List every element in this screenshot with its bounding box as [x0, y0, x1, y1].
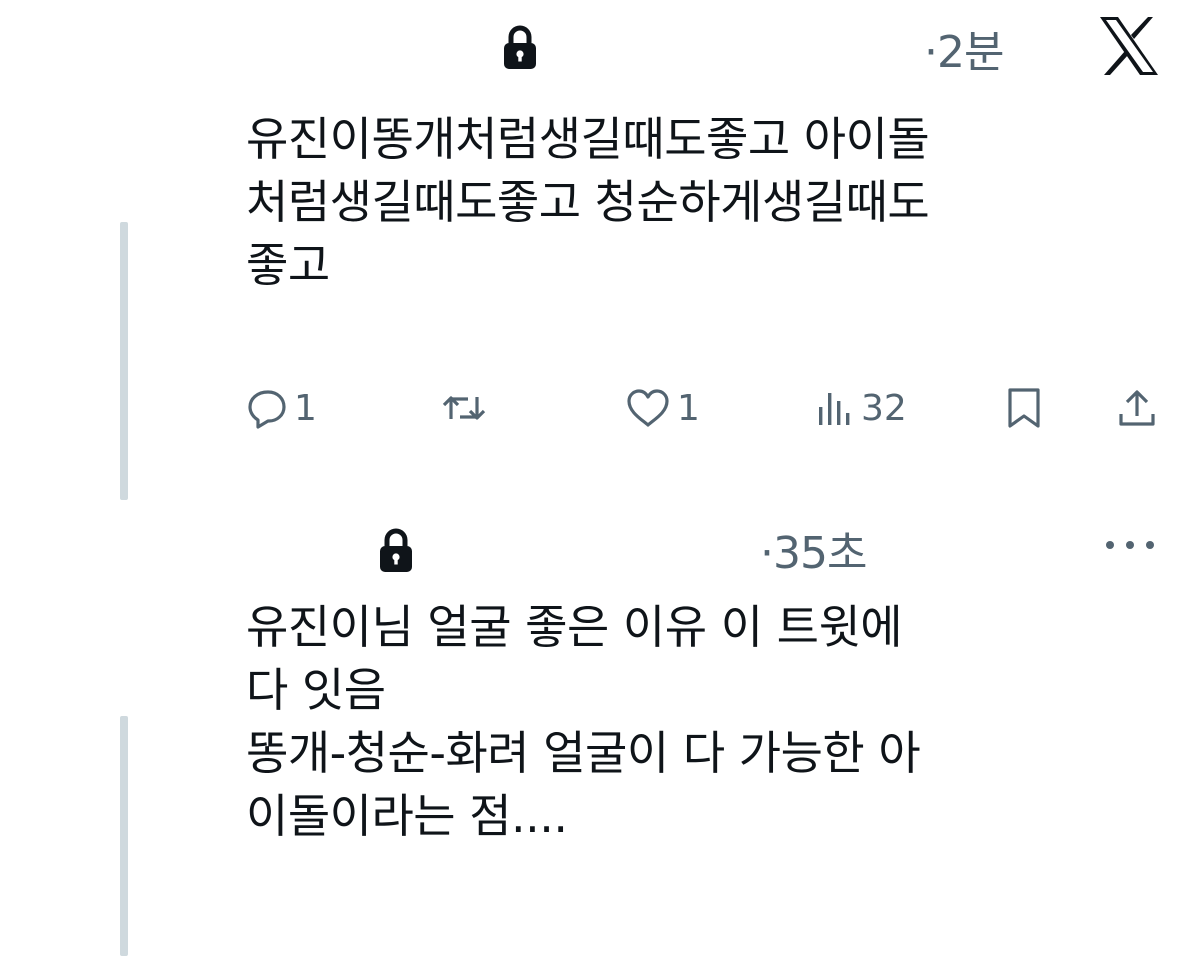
lock-icon — [378, 527, 414, 573]
reply-count: 1 — [294, 387, 317, 429]
retweet-icon — [440, 387, 488, 429]
views-icon — [815, 387, 855, 429]
share-icon — [1115, 386, 1159, 430]
tweet-timestamp[interactable]: ·35초 — [760, 517, 867, 581]
views-button[interactable]: 32 — [815, 380, 907, 436]
reply-icon — [246, 387, 288, 429]
tweet-header: ·35초 — [0, 515, 1200, 585]
thread-line-lower — [120, 716, 128, 956]
thread-line-upper — [120, 222, 128, 500]
views-count: 32 — [861, 387, 907, 429]
like-count: 1 — [677, 387, 700, 429]
tweet-actions: 1 1 32 — [0, 380, 1200, 440]
tweet-header: ·2분 — [0, 10, 1200, 80]
bookmark-icon — [1004, 386, 1044, 430]
more-icon[interactable] — [1100, 535, 1160, 555]
heart-icon — [625, 387, 671, 429]
like-button[interactable]: 1 — [625, 380, 700, 436]
tweet-timestamp[interactable]: ·2분 — [924, 16, 1004, 80]
reply-button[interactable]: 1 — [246, 380, 317, 436]
tweet-text: 유진이님 얼굴 좋은 이유 이 트윗에 다 잇음 똥개-청순-화려 얼굴이 다 … — [246, 600, 921, 843]
bookmark-button[interactable] — [1004, 380, 1044, 436]
retweet-button[interactable] — [440, 380, 494, 436]
tweet-text: 유진이똥개처럼생길때도좋고 아이돌 처럼생길때도좋고 청순하게생길때도 좋고 — [246, 112, 930, 292]
share-button[interactable] — [1115, 380, 1159, 436]
lock-icon — [502, 24, 538, 70]
x-logo-icon — [1098, 15, 1160, 77]
